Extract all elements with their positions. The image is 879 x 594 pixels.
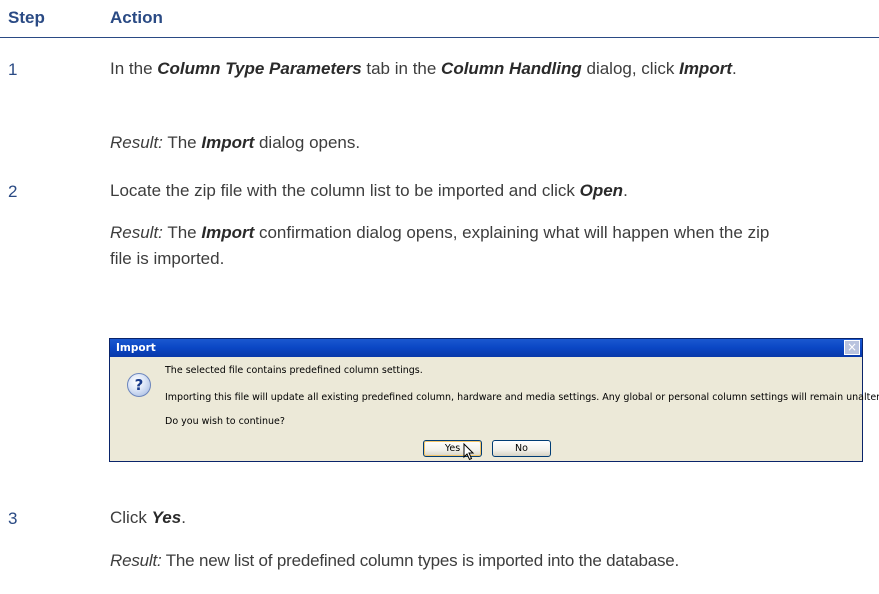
dialog-message-line: The selected file contains predefined co… bbox=[165, 365, 423, 376]
step-result: Result: The Import confirmation dialog o… bbox=[110, 223, 770, 268]
action-column-header: Action bbox=[110, 8, 163, 27]
import-dialog: Import × ? The selected file contains pr… bbox=[109, 338, 879, 462]
step-number: 2 bbox=[8, 182, 18, 201]
step-number: 1 bbox=[8, 60, 18, 79]
dialog-question: Do you wish to continue? bbox=[165, 416, 285, 427]
no-button[interactable]: No bbox=[492, 440, 551, 457]
close-icon[interactable]: × bbox=[844, 340, 860, 355]
table-header: Step Action bbox=[0, 0, 879, 38]
dialog-title: Import bbox=[116, 342, 156, 354]
step-column-header: Step bbox=[8, 8, 45, 27]
step-instruction: In the Column Type Parameters tab in the… bbox=[110, 59, 737, 78]
step-number: 3 bbox=[8, 509, 18, 528]
dialog-message-line: Importing this file will update all exis… bbox=[165, 392, 879, 403]
step-instruction: Locate the zip file with the column list… bbox=[110, 181, 628, 200]
step-result: Result: The new list of predefined colum… bbox=[110, 551, 680, 570]
question-icon: ? bbox=[127, 373, 151, 397]
step-instruction: Click Yes. bbox=[110, 508, 186, 527]
step-result: Result: The Import dialog opens. bbox=[110, 133, 361, 152]
dialog-title-bar: Import × bbox=[110, 339, 862, 357]
mouse-pointer-icon bbox=[463, 443, 475, 461]
